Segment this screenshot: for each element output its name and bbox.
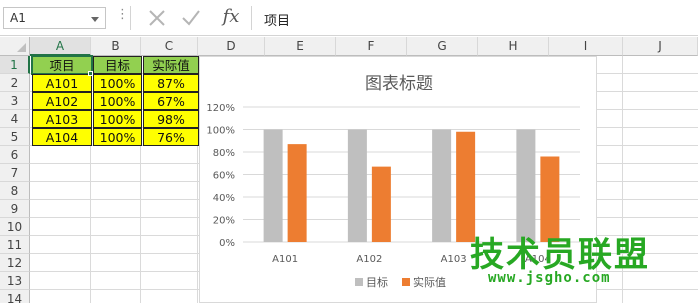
table-cell[interactable]: 100% — [93, 128, 142, 146]
header-cell[interactable]: 项目 — [31, 55, 93, 75]
table-cell[interactable]: A103 — [32, 110, 92, 128]
row-header-8[interactable]: 8 — [0, 182, 30, 200]
name-box-value: A1 — [10, 11, 26, 25]
table-cell[interactable]: 67% — [143, 92, 199, 110]
table-cell[interactable]: 100% — [93, 74, 142, 92]
more-options-icon[interactable]: ⋮ — [116, 8, 129, 21]
bar-actual — [371, 166, 391, 242]
row-header-14[interactable]: 14 — [0, 290, 30, 303]
confirm-icon[interactable] — [178, 6, 204, 30]
bar-actual — [540, 156, 560, 242]
header-cell[interactable]: 目标 — [93, 56, 142, 74]
table-cell[interactable]: 76% — [143, 128, 199, 146]
column-header-e[interactable]: E — [265, 37, 336, 56]
column-header-d[interactable]: D — [198, 37, 265, 56]
row-header-11[interactable]: 11 — [0, 236, 30, 254]
y-tick-label: 0% — [219, 238, 235, 249]
header-cell[interactable]: 实际值 — [143, 56, 199, 74]
table-cell[interactable]: 100% — [93, 92, 142, 110]
legend-swatch — [355, 278, 363, 286]
table-cell[interactable]: 100% — [93, 110, 142, 128]
select-all-button[interactable] — [0, 37, 30, 56]
bar-target — [516, 129, 536, 242]
row-header-2[interactable]: 2 — [0, 74, 30, 92]
watermark-title: 技术员联盟 — [470, 235, 650, 275]
column-header-i[interactable]: I — [549, 37, 623, 56]
row-header-10[interactable]: 10 — [0, 218, 30, 236]
x-tick-label: A101 — [272, 254, 298, 265]
column-header-g[interactable]: G — [407, 37, 478, 56]
formula-bar: A1 ⋮ fx 项目 — [0, 0, 698, 36]
y-tick-label: 80% — [213, 148, 235, 159]
row-header-3[interactable]: 3 — [0, 92, 30, 110]
bar-target — [432, 129, 452, 242]
formula-value: 项目 — [264, 14, 291, 29]
bar-actual — [287, 144, 307, 242]
row-header-9[interactable]: 9 — [0, 200, 30, 218]
divider — [130, 6, 131, 30]
select-all-icon — [17, 43, 26, 52]
y-tick-label: 100% — [206, 126, 235, 137]
bar-target — [263, 129, 283, 242]
bar-target — [347, 129, 367, 242]
row-header-1[interactable]: 1 — [0, 56, 30, 74]
x-tick-label: A103 — [441, 254, 467, 265]
table-cell[interactable]: A104 — [32, 128, 92, 146]
chevron-down-icon[interactable] — [91, 17, 99, 22]
fill-handle[interactable] — [88, 71, 93, 76]
column-header-f[interactable]: F — [336, 37, 407, 56]
bar-actual — [456, 131, 476, 242]
row-header-12[interactable]: 12 — [0, 254, 30, 272]
table-cell[interactable]: 87% — [143, 74, 199, 92]
column-header-b[interactable]: B — [91, 37, 141, 56]
column-header-j[interactable]: J — [623, 37, 698, 56]
row-header-7[interactable]: 7 — [0, 164, 30, 182]
table-cell[interactable]: 98% — [143, 110, 199, 128]
y-tick-label: 20% — [213, 216, 235, 227]
table-cell[interactable]: A101 — [32, 74, 92, 92]
name-box[interactable]: A1 — [3, 7, 106, 29]
legend-swatch — [402, 278, 410, 286]
cancel-icon[interactable] — [144, 6, 170, 30]
y-tick-label: 120% — [206, 103, 235, 114]
watermark: 技术员联盟 www.jsgho.com — [470, 236, 650, 286]
row-header-4[interactable]: 4 — [0, 110, 30, 128]
x-tick-label: A102 — [356, 254, 382, 265]
insert-function-icon[interactable]: fx — [218, 4, 244, 30]
column-header-c[interactable]: C — [141, 37, 198, 56]
y-tick-label: 60% — [213, 171, 235, 182]
row-header-13[interactable]: 13 — [0, 272, 30, 290]
legend-label: 目标 — [366, 275, 388, 289]
column-header-a[interactable]: A — [30, 37, 91, 56]
table-cell[interactable]: A102 — [32, 92, 92, 110]
row-header-6[interactable]: 6 — [0, 146, 30, 164]
column-header-h[interactable]: H — [478, 37, 549, 56]
formula-input[interactable]: 项目 — [251, 6, 698, 30]
legend-label: 实际值 — [413, 275, 446, 289]
row-header-5[interactable]: 5 — [0, 128, 30, 146]
y-tick-label: 40% — [213, 193, 235, 204]
